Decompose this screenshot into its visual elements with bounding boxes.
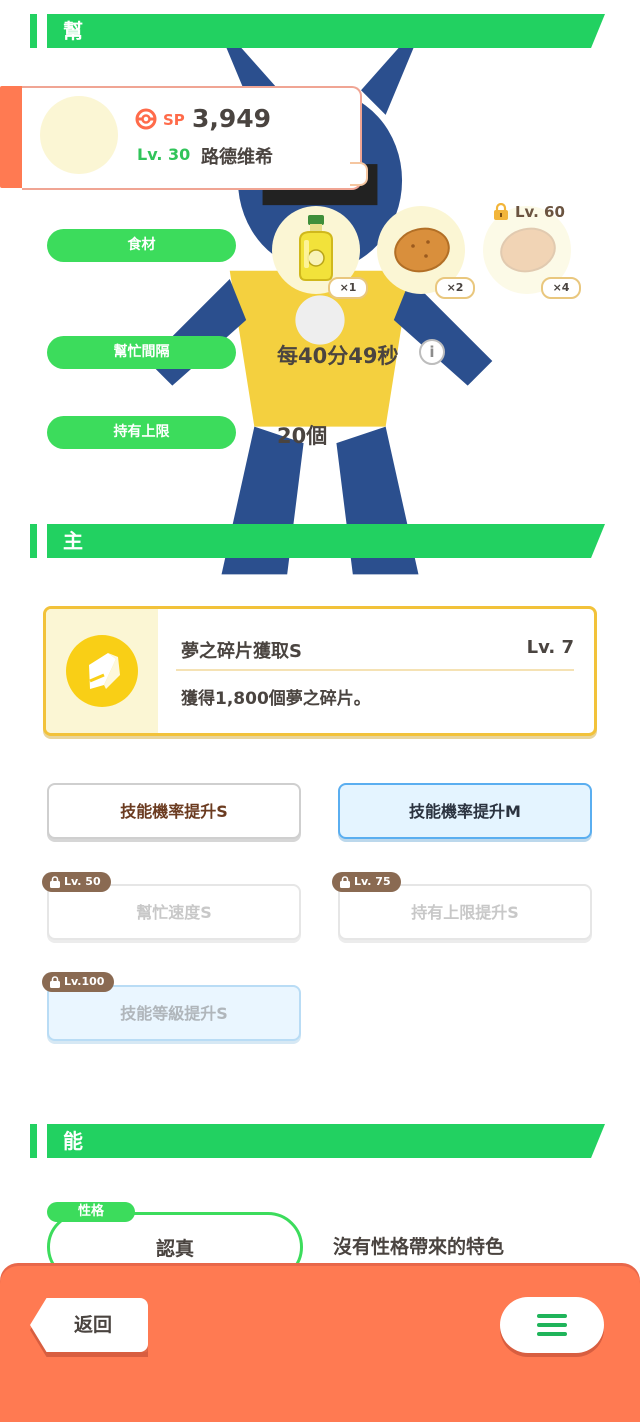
ingredient-qty-3: ×4 <box>541 277 581 299</box>
info-icon[interactable]: i <box>419 339 445 365</box>
pokeball-sp-icon <box>135 108 157 130</box>
main-skill-card[interactable]: 夢之碎片獲取S Lv. 7 獲得1,800個夢之碎片。 <box>43 606 597 736</box>
dream-shard-icon <box>66 635 138 707</box>
menu-button[interactable] <box>500 1297 604 1353</box>
lock-badge-text: Lv. 50 <box>64 875 101 888</box>
sub-skill-button-2[interactable]: 技能機率提升M <box>338 783 592 839</box>
back-button-label: 返回 <box>73 1314 112 1336</box>
pokemon-avatar <box>40 96 118 174</box>
sub-skill-button-4-locked[interactable]: 持有上限提升S <box>338 884 592 940</box>
main-skill-level: Lv. 7 <box>526 637 574 658</box>
interval-label: 幫忙間隔 <box>47 336 236 369</box>
pokemon-level: Lv. 30 <box>137 145 191 164</box>
lock-badge-lv100: Lv.100 <box>42 972 115 992</box>
ingredient-lock-level: Lv. 60 <box>515 203 565 221</box>
lock-badge-text: Lv.100 <box>64 975 105 988</box>
sub-skill-button-1[interactable]: 技能機率提升S <box>47 783 301 839</box>
lock-badge-text: Lv. 75 <box>354 875 391 888</box>
lock-badge-lv75: Lv. 75 <box>332 872 401 892</box>
lock-icon <box>494 203 508 220</box>
sub-skill-button-5-locked[interactable]: 技能等級提升S <box>47 985 301 1041</box>
interval-value: 每40分49秒 <box>277 344 399 368</box>
nature-tag: 性格 <box>47 1202 135 1222</box>
lock-icon <box>50 876 60 888</box>
main-skill-description: 獲得1,800個夢之碎片。 <box>181 689 371 709</box>
sp-value: 3,949 <box>192 104 272 133</box>
main-skill-name: 夢之碎片獲取S <box>181 641 302 662</box>
lock-icon <box>340 876 350 888</box>
nature-value: 認真 <box>155 1238 194 1260</box>
lock-badge-lv50: Lv. 50 <box>42 872 111 892</box>
ingredient-qty-2: ×2 <box>435 277 475 299</box>
sub-skill-button-3-locked[interactable]: 幫忙速度S <box>47 884 301 940</box>
sp-label: SP <box>163 111 185 129</box>
divider <box>176 669 574 671</box>
ingredients-label: 食材 <box>47 229 236 262</box>
lock-icon <box>50 976 60 988</box>
card-tab <box>350 162 368 186</box>
nature-description: 沒有性格帶來的特色 <box>333 1236 505 1258</box>
capacity-value: 20個 <box>277 424 328 448</box>
pokemon-name: 路德维希 <box>201 147 273 168</box>
capacity-label: 持有上限 <box>47 416 236 449</box>
ingredient-qty-1: ×1 <box>328 277 368 299</box>
